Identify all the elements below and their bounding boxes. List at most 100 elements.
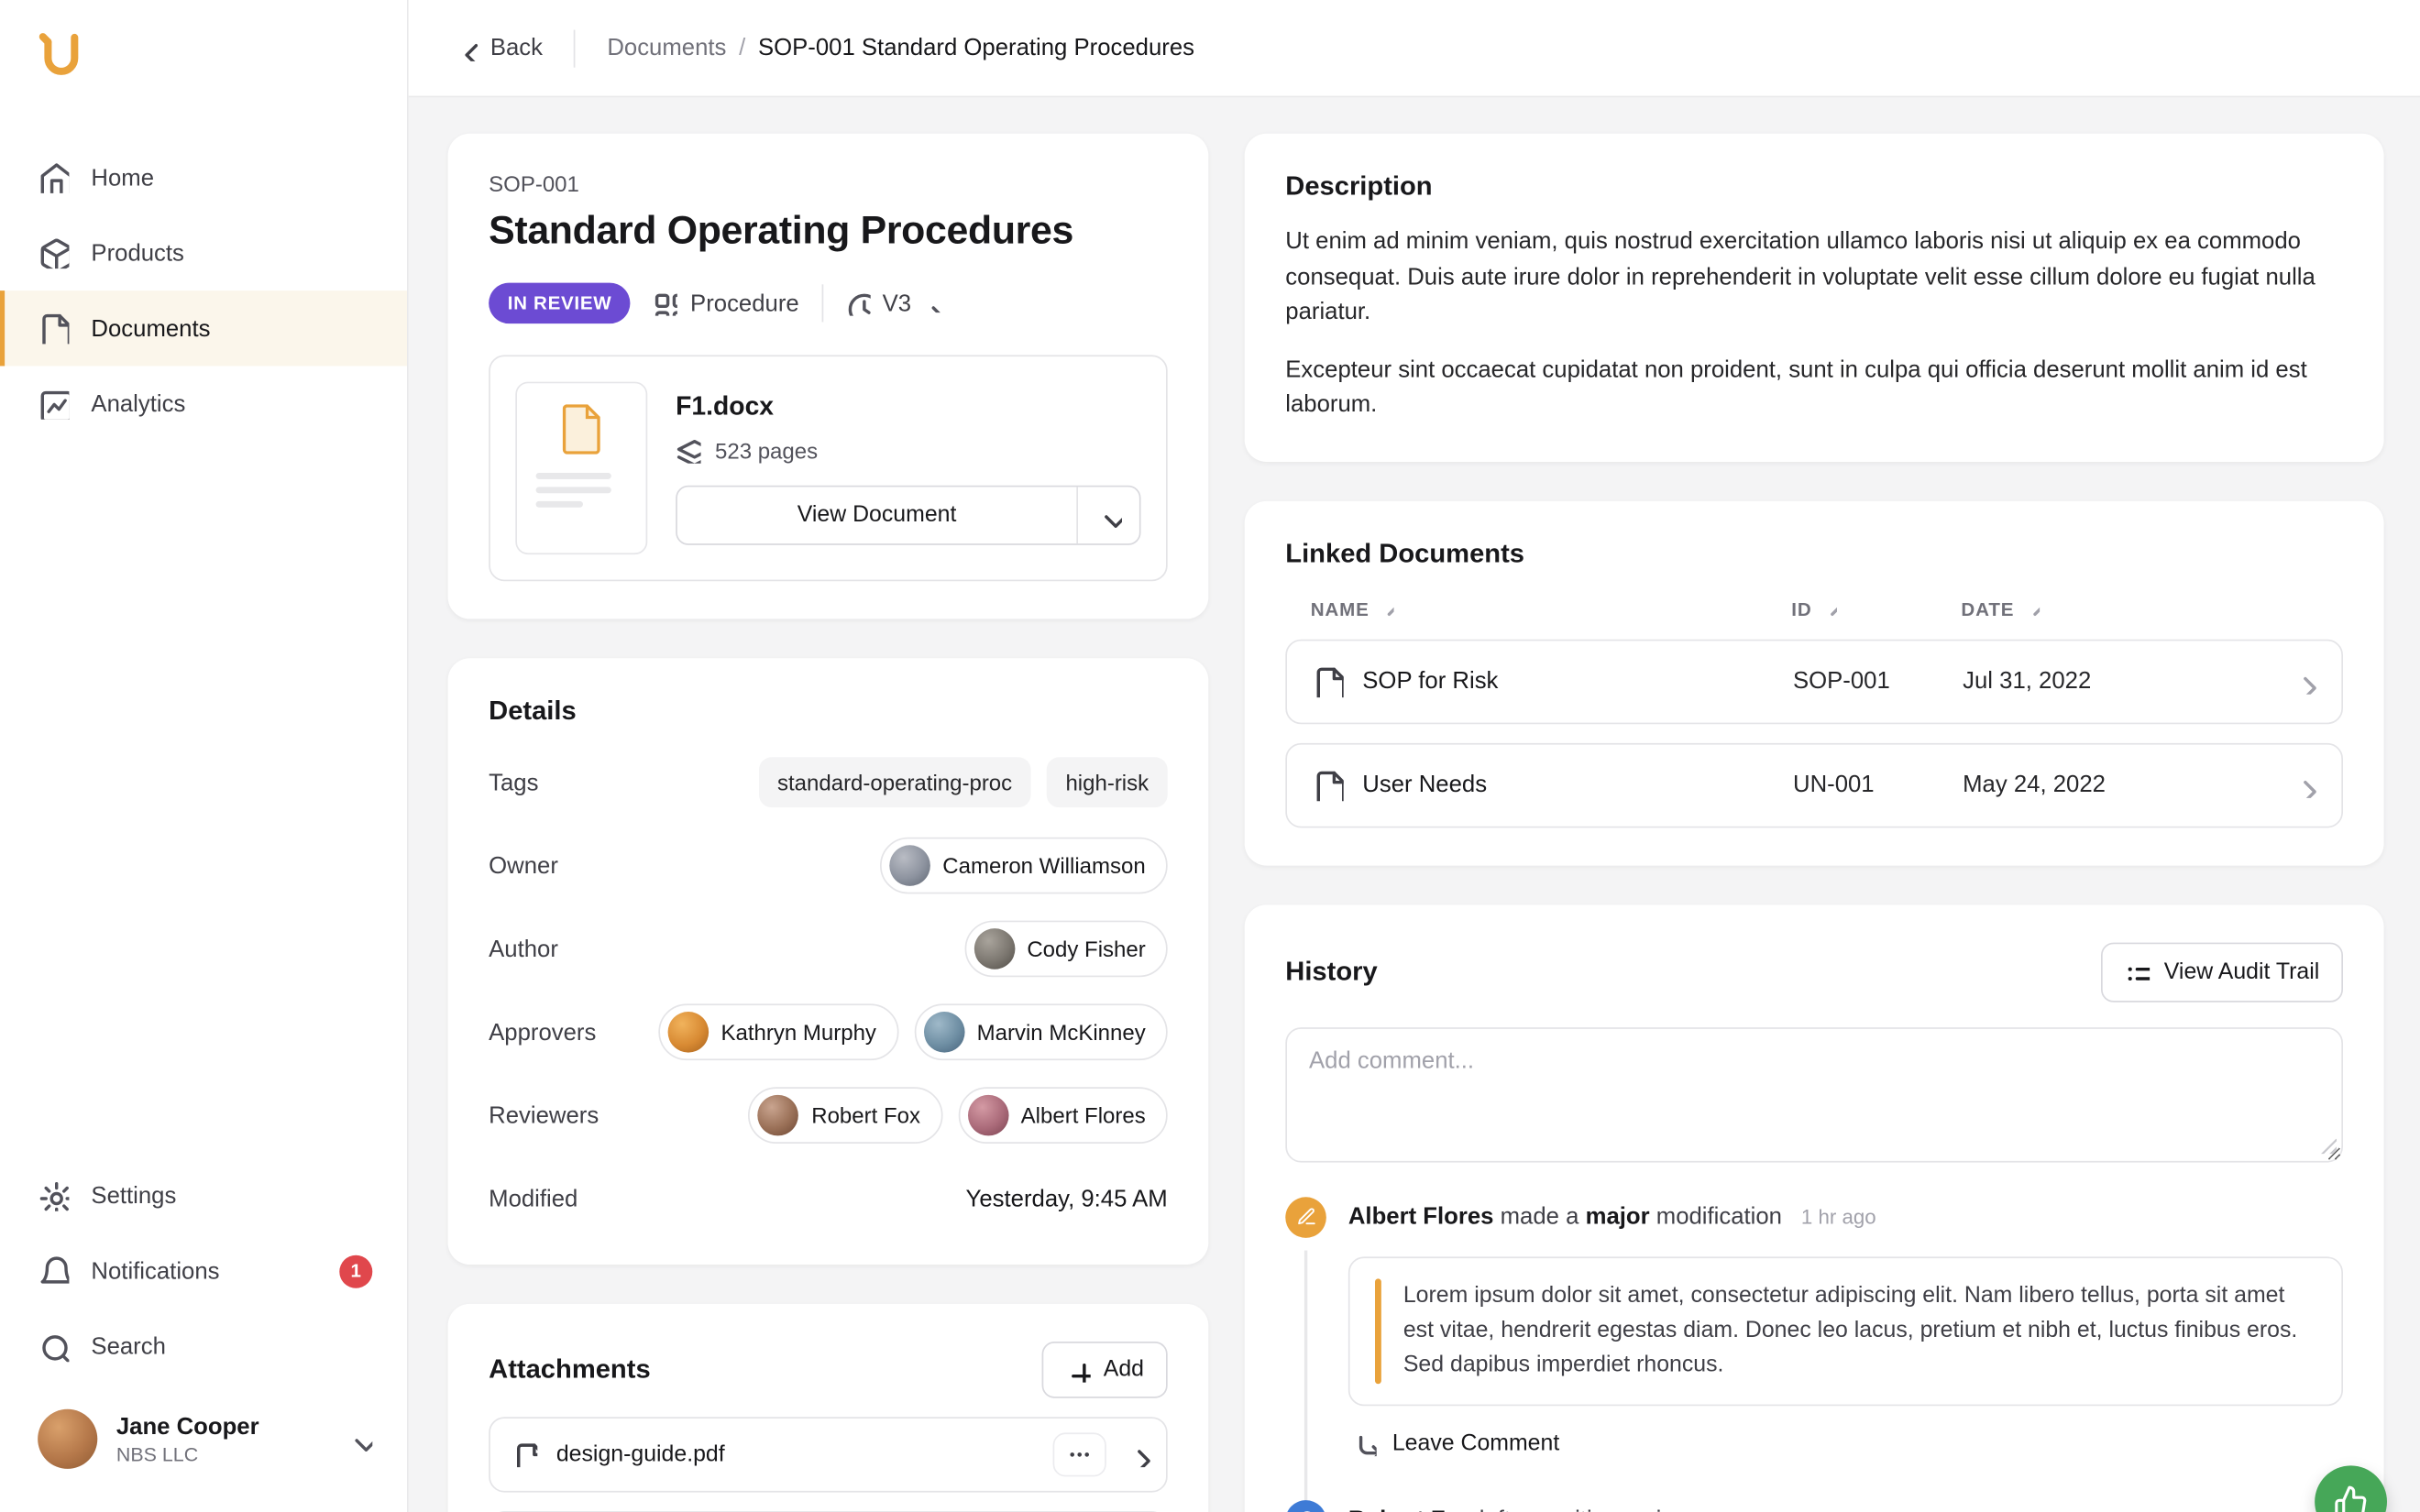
file-pages: 523 pages (676, 437, 1140, 462)
person-chip-reviewer: Robert Fox (749, 1087, 942, 1144)
add-attachment-button[interactable]: Add (1042, 1342, 1168, 1398)
right-column: Description Ut enim ad minim veniam, qui… (1245, 134, 2384, 1512)
person-chip-author: Cody Fisher (964, 921, 1168, 978)
detail-row-modified: Modified Yesterday, 9:45 AM (489, 1170, 1168, 1227)
brand-logo-icon (38, 31, 84, 84)
back-label: Back (490, 35, 543, 61)
action-text: made a (1501, 1202, 1579, 1229)
attachments-heading: Attachments (489, 1354, 651, 1386)
person-chip-reviewer: Albert Flores (958, 1087, 1168, 1144)
breadcrumb-parent[interactable]: Documents (607, 35, 726, 61)
linked-document-name: SOP for Risk (1362, 668, 1498, 695)
quote-text: Lorem ipsum dolor sit amet, consectetur … (1403, 1278, 2316, 1385)
sidebar-item-label: Analytics (91, 390, 185, 417)
back-button[interactable]: Back (453, 35, 543, 61)
view-audit-trail-label: View Audit Trail (2164, 959, 2320, 984)
linked-document-row[interactable]: SOP for Risk SOP-001 Jul 31, 2022 (1285, 639, 2343, 724)
sidebar-item-label: Documents (91, 315, 210, 342)
chevron-down-icon (1096, 502, 1121, 527)
person-name: Albert Flores (1021, 1102, 1146, 1127)
reviewers-chips: Robert Fox Albert Flores (749, 1087, 1168, 1144)
sidebar-item-products[interactable]: Products (0, 215, 407, 290)
chevron-down-icon (924, 294, 943, 313)
linked-document-id: UN-001 (1793, 772, 1963, 798)
tag-chip: high-risk (1047, 757, 1168, 807)
column-header-date[interactable]: DATE (1961, 597, 2282, 619)
action-emphasis: major (1586, 1202, 1650, 1229)
content: SOP-001 Standard Operating Procedures IN… (409, 97, 2420, 1512)
chevron-left-icon (453, 36, 478, 60)
sort-icon (2022, 600, 2040, 618)
file-icon (512, 1442, 537, 1467)
action-text: left a positive review (1480, 1507, 1692, 1512)
status-badge: IN REVIEW (489, 283, 631, 324)
user-meta: Jane Cooper NBS LLC (116, 1413, 328, 1465)
sort-icon (1820, 600, 1837, 618)
view-document-button[interactable]: View Document (676, 485, 1140, 544)
attachment-row[interactable]: design-guide.pdf (489, 1417, 1168, 1492)
details-card: Details Tags standard-operating-proc hig… (448, 658, 1209, 1265)
description-paragraph: Ut enim ad minim veniam, quis nostrud ex… (1285, 225, 2343, 331)
person-chip-approver: Kathryn Murphy (658, 1003, 898, 1060)
description-card: Description Ut enim ad minim veniam, qui… (1245, 134, 2384, 461)
chevron-down-icon[interactable] (347, 1427, 372, 1452)
linked-document-row[interactable]: User Needs UN-001 May 24, 2022 (1285, 742, 2343, 827)
thumbnail-line (536, 487, 611, 493)
analytics-icon (38, 388, 69, 419)
linked-document-open-chevron[interactable] (2282, 668, 2316, 693)
history-heading: History (1285, 956, 1377, 987)
linked-document-name-cell: SOP for Risk (1312, 665, 1793, 696)
sidebar-item-home[interactable]: Home (0, 140, 407, 215)
chevron-right-icon (1125, 1442, 1150, 1467)
comment-input-wrap (1285, 1026, 2343, 1161)
sidebar-item-label: Settings (91, 1182, 176, 1209)
detail-row-tags: Tags standard-operating-proc high-risk (489, 754, 1168, 811)
comment-input[interactable] (1285, 1026, 2343, 1161)
column-label: ID (1791, 597, 1811, 619)
layers-icon (676, 437, 700, 462)
sidebar-item-documents[interactable]: Documents (0, 290, 407, 366)
comment-bubble-icon (1285, 1500, 1326, 1512)
products-icon (38, 237, 69, 268)
thumbnail-line (536, 473, 611, 479)
file-icon (1312, 769, 1343, 800)
attachments-header: Attachments Add (489, 1342, 1168, 1398)
detail-row-owner: Owner Cameron Williamson (489, 838, 1168, 894)
document-meta-row: IN REVIEW Procedure V3 (489, 283, 1168, 324)
history-entry: Robert Fox left a positive review 32 min… (1285, 1500, 2343, 1512)
avatar (967, 1095, 1008, 1136)
linked-document-name-cell: User Needs (1312, 769, 1793, 800)
document-code: SOP-001 (489, 171, 1168, 196)
sidebar-item-label: Search (91, 1333, 165, 1360)
user-org: NBS LLC (116, 1443, 328, 1465)
person-name: Cody Fisher (1027, 937, 1145, 961)
column-header-name[interactable]: NAME (1311, 597, 1792, 619)
grid-icon (653, 290, 677, 315)
ellipsis-icon (1067, 1442, 1092, 1467)
user-menu[interactable]: Jane Cooper NBS LLC (0, 1384, 407, 1496)
view-audit-trail-button[interactable]: View Audit Trail (2101, 942, 2343, 1002)
history-header: History View Audit Trail (1285, 942, 2343, 1002)
avatar (38, 1409, 97, 1469)
breadcrumb-separator: / (739, 35, 745, 61)
document-type-label: Procedure (690, 290, 799, 316)
attachment-menu-button[interactable] (1053, 1432, 1106, 1476)
person-name: Marvin McKinney (977, 1020, 1146, 1045)
view-document-caret[interactable] (1076, 487, 1139, 543)
attachment-open-chevron[interactable] (1125, 1442, 1150, 1467)
thumbnail-line (536, 501, 583, 508)
sidebar-item-notifications[interactable]: Notifications 1 (0, 1233, 407, 1309)
entry-timestamp: 32 mins ago (1710, 1508, 1821, 1512)
version-selector[interactable]: V3 (844, 290, 942, 316)
person-name: Robert Fox (811, 1102, 920, 1127)
sidebar-item-analytics[interactable]: Analytics (0, 366, 407, 441)
column-header-id[interactable]: ID (1791, 597, 1961, 619)
leave-comment-button[interactable]: Leave Comment (1348, 1431, 2343, 1456)
sidebar-item-settings[interactable]: Settings (0, 1157, 407, 1233)
leave-comment-label: Leave Comment (1392, 1431, 1559, 1456)
column-label: DATE (1961, 597, 2014, 619)
top-bar: Back Documents / SOP-001 Standard Operat… (409, 0, 2420, 97)
history-card: History View Audit Trail (1245, 904, 2384, 1512)
linked-document-open-chevron[interactable] (2282, 772, 2316, 797)
sidebar-item-search[interactable]: Search (0, 1309, 407, 1384)
